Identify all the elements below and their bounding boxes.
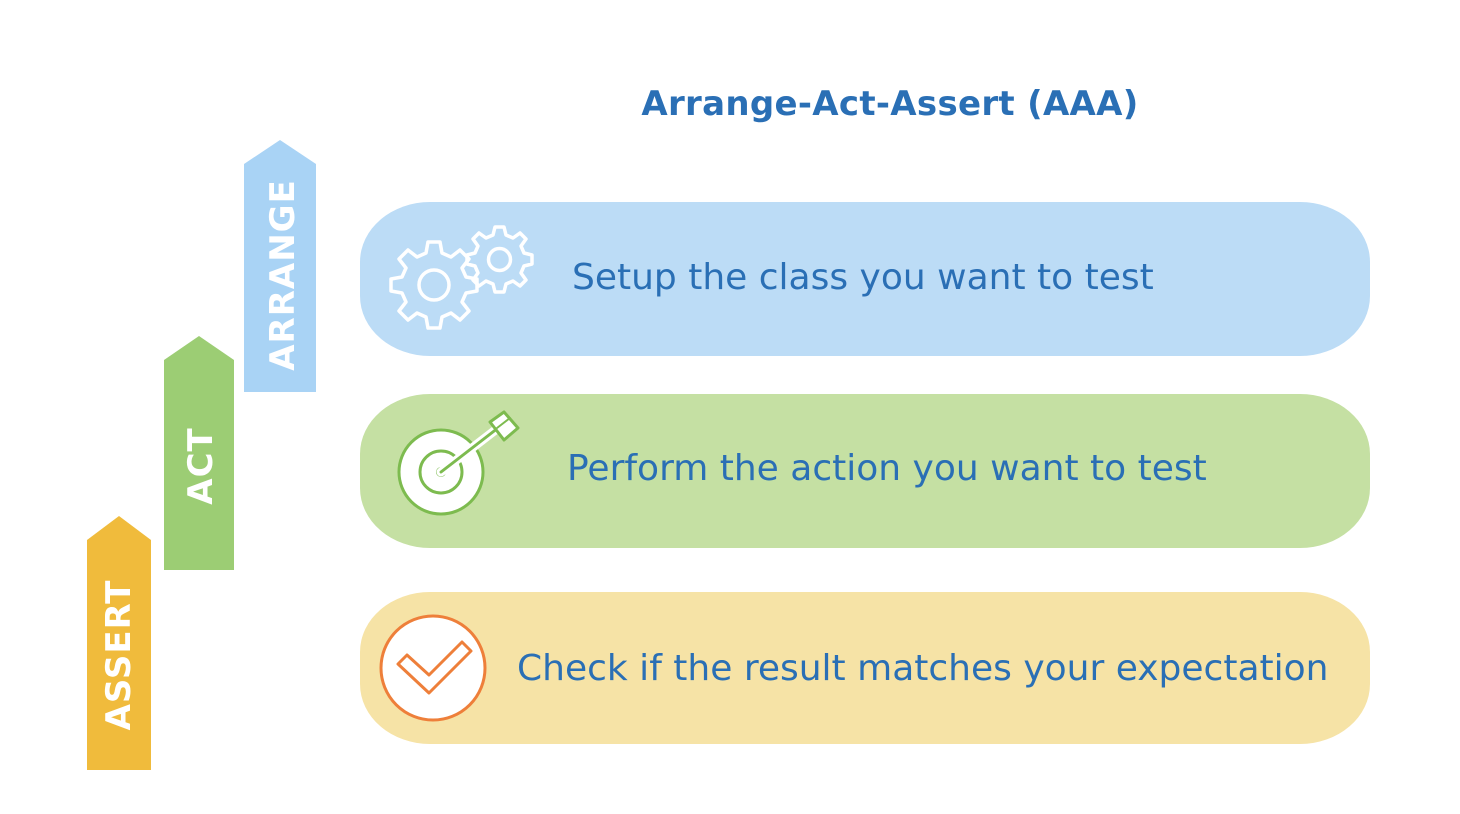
- step-assert-text: Check if the result matches your expecta…: [517, 648, 1328, 689]
- step-act-text: Perform the action you want to test: [567, 448, 1207, 489]
- act-arrow: ACT: [164, 336, 234, 570]
- step-arrange: Setup the class you want to test: [360, 202, 1370, 356]
- step-assert: Check if the result matches your expecta…: [360, 592, 1370, 744]
- step-act: Perform the action you want to test: [360, 394, 1370, 548]
- assert-arrow-label: ASSERT: [99, 580, 139, 731]
- arrange-arrow: ARRANGE: [244, 140, 316, 392]
- checkmark-circle-icon: [379, 614, 487, 722]
- step-arrange-text: Setup the class you want to test: [572, 257, 1154, 298]
- assert-arrow: ASSERT: [87, 516, 151, 770]
- aaa-diagram: ARRANGE ACT ASSERT Setup the class you w…: [87, 140, 1370, 770]
- arrange-arrow-label: ARRANGE: [263, 179, 303, 371]
- act-arrow-label: ACT: [181, 427, 221, 504]
